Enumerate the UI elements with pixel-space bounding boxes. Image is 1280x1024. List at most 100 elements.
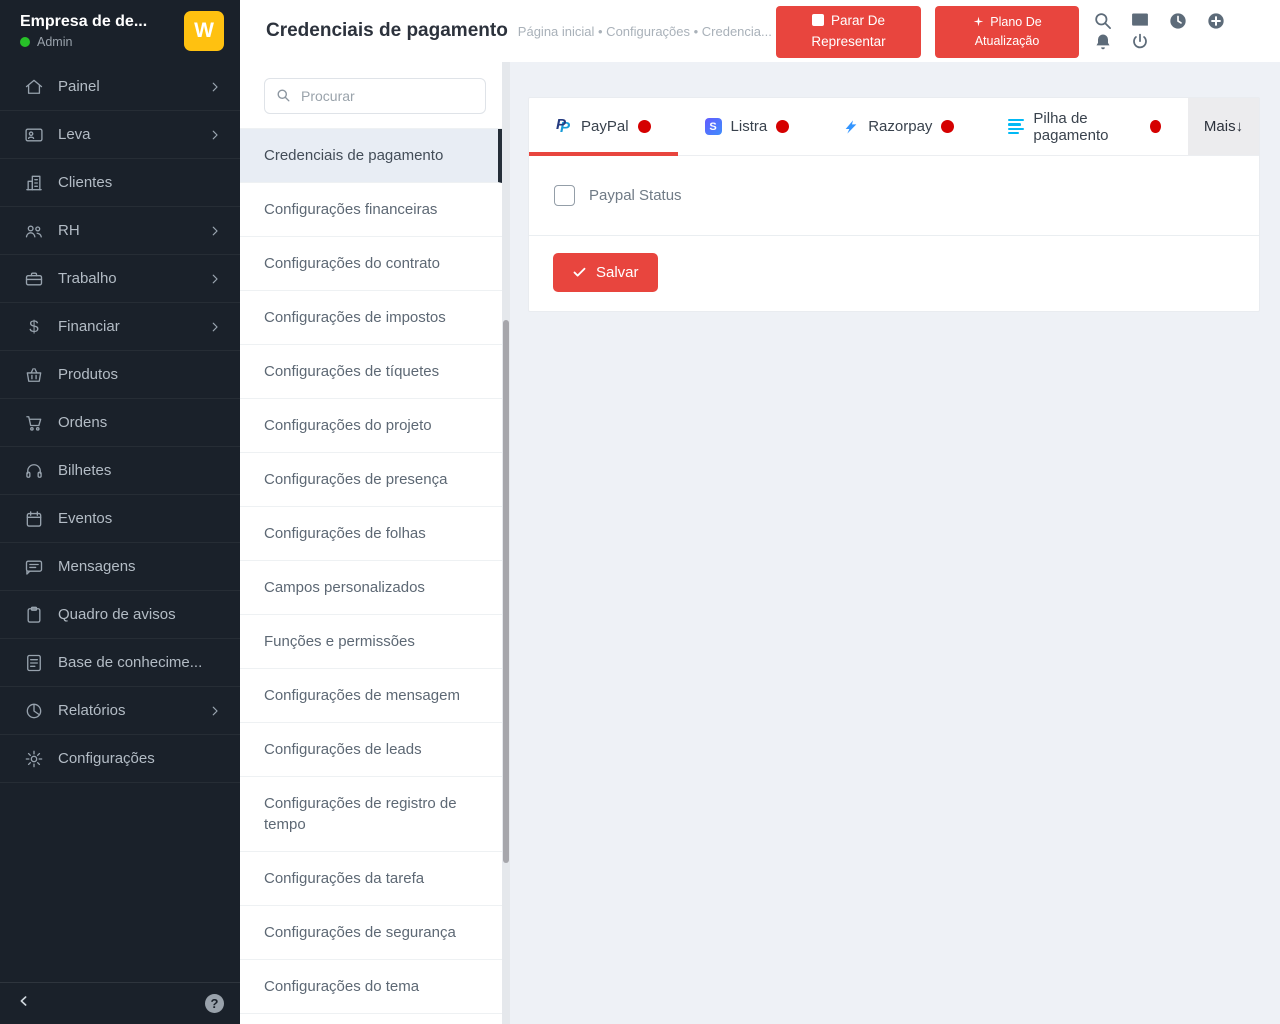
sidebar-item-leva[interactable]: Leva xyxy=(0,111,240,159)
online-status-icon xyxy=(20,37,30,47)
settings-item-configuracoes-de-seguranca[interactable]: Configurações de segurança xyxy=(240,906,502,960)
headset-icon xyxy=(24,461,44,481)
company-header[interactable]: Empresa de de... Admin W xyxy=(0,0,240,62)
sidebar-footer: ? xyxy=(0,982,240,1024)
stripe-logo-icon: S xyxy=(705,118,722,135)
settings-item-configuracoes-do-projeto[interactable]: Configurações do projeto xyxy=(240,399,502,453)
search-icon xyxy=(276,88,291,103)
messages-icon[interactable] xyxy=(1130,11,1150,31)
sidebar-item-bilhetes[interactable]: Bilhetes xyxy=(0,447,240,495)
settings-item-configuracoes-de-registro-de-tempo[interactable]: Configurações de registro de tempo xyxy=(240,777,502,852)
settings-item-configuracoes-da-tarefa[interactable]: Configurações da tarefa xyxy=(240,852,502,906)
sidebar-item-quadro-de-avisos[interactable]: Quadro de avisos xyxy=(0,591,240,639)
app-sidebar: Empresa de de... Admin W Painel Leva Cli… xyxy=(0,0,240,1024)
user-role: Admin xyxy=(37,35,72,49)
briefcase-icon xyxy=(24,269,44,289)
upgrade-plan-button[interactable]: Plano De Atualização xyxy=(935,6,1079,58)
settings-item-configuracoes-de-presenca[interactable]: Configurações de presença xyxy=(240,453,502,507)
company-info: Empresa de de... Admin xyxy=(20,13,147,49)
settings-nav-panel: Credenciais de pagamento Configurações f… xyxy=(240,62,510,1024)
chevron-right-icon xyxy=(208,128,222,142)
stop-impersonate-button[interactable]: Parar De Representar xyxy=(776,6,921,58)
tab-razorpay[interactable]: Razorpay xyxy=(816,98,981,155)
plus-icon[interactable] xyxy=(1206,11,1226,31)
header-icon-cluster xyxy=(1085,0,1280,62)
settings-item-configuracoes-de-impostos[interactable]: Configurações de impostos xyxy=(240,291,502,345)
paypal-status-checkbox[interactable] xyxy=(554,185,575,206)
chevron-right-icon xyxy=(208,272,222,286)
sidebar-item-rh[interactable]: RH xyxy=(0,207,240,255)
help-icon[interactable]: ? xyxy=(205,994,224,1013)
breadcrumb: Página inicial • Configurações • Credenc… xyxy=(518,24,772,39)
sidebar-item-ordens[interactable]: Ordens xyxy=(0,399,240,447)
chevron-right-icon xyxy=(208,224,222,238)
settings-search-input[interactable] xyxy=(264,78,486,114)
sidebar-item-trabalho[interactable]: Trabalho xyxy=(0,255,240,303)
settings-item-configuracoes-de-leads[interactable]: Configurações de leads xyxy=(240,723,502,777)
chevron-right-icon xyxy=(208,320,222,334)
sidebar-item-produtos[interactable]: Produtos xyxy=(0,351,240,399)
bell-icon[interactable] xyxy=(1093,32,1113,52)
home-icon xyxy=(24,77,44,97)
status-dot-icon xyxy=(638,120,651,133)
sidebar-item-relatorios[interactable]: Relatórios xyxy=(0,687,240,735)
collapse-sidebar-icon[interactable] xyxy=(16,993,32,1014)
sidebar-item-mensagens[interactable]: Mensagens xyxy=(0,543,240,591)
building-icon xyxy=(24,173,44,193)
clock-icon[interactable] xyxy=(1168,11,1188,31)
pie-chart-icon xyxy=(24,701,44,721)
check-icon xyxy=(572,265,587,280)
settings-item-configuracoes-de-tiquetes[interactable]: Configurações de tíquetes xyxy=(240,345,502,399)
settings-item-credenciais-de-pagamento[interactable]: Credenciais de pagamento xyxy=(240,129,502,183)
sidebar-item-configuracoes[interactable]: Configurações xyxy=(0,735,240,783)
cart-icon xyxy=(24,413,44,433)
users-icon xyxy=(24,221,44,241)
sidebar-item-painel[interactable]: Painel xyxy=(0,63,240,111)
paypal-status-label: Paypal Status xyxy=(589,187,682,204)
paypal-status-row: Paypal Status xyxy=(529,156,1259,236)
settings-item-configuracoes-do-contrato[interactable]: Configurações do contrato xyxy=(240,237,502,291)
stop-icon xyxy=(812,14,824,26)
settings-item-campos-personalizados[interactable]: Campos personalizados xyxy=(240,561,502,615)
status-dot-icon xyxy=(776,120,789,133)
settings-nav-list: Credenciais de pagamento Configurações f… xyxy=(240,128,510,1024)
sidebar-item-clientes[interactable]: Clientes xyxy=(0,159,240,207)
settings-item-configuracoes-de-mensagem[interactable]: Configurações de mensagem xyxy=(240,669,502,723)
power-icon[interactable] xyxy=(1130,32,1150,52)
settings-item-configuracoes-do-tema[interactable]: Configurações do tema xyxy=(240,960,502,1014)
sidebar-item-eventos[interactable]: Eventos xyxy=(0,495,240,543)
document-icon xyxy=(24,653,44,673)
settings-item-configuracoes-de-folhas[interactable]: Configurações de folhas xyxy=(240,507,502,561)
settings-item-configuracoes-do-modulo[interactable]: Configurações do módulo xyxy=(240,1014,502,1024)
more-tabs-dropdown[interactable]: Mais↓ xyxy=(1188,98,1259,155)
paystack-logo-icon xyxy=(1008,119,1024,134)
chevron-right-icon xyxy=(208,80,222,94)
settings-scrollbar-track xyxy=(502,62,510,1024)
gear-icon xyxy=(24,749,44,769)
payment-credentials-card: PP PayPal S Listra Razorpay Pilha de pag… xyxy=(528,97,1260,312)
paypal-logo-icon: PP xyxy=(556,117,572,136)
settings-item-funcoes-e-permissoes[interactable]: Funções e permissões xyxy=(240,615,502,669)
main-content: PP PayPal S Listra Razorpay Pilha de pag… xyxy=(510,62,1280,1024)
gateway-tabbar: PP PayPal S Listra Razorpay Pilha de pag… xyxy=(529,98,1259,156)
dollar-icon: $ xyxy=(24,317,44,337)
message-icon xyxy=(24,557,44,577)
tab-paypal[interactable]: PP PayPal xyxy=(529,98,678,155)
calendar-icon xyxy=(24,509,44,529)
search-icon[interactable] xyxy=(1093,11,1113,31)
clipboard-icon xyxy=(24,605,44,625)
sidebar-item-financiar[interactable]: $ Financiar xyxy=(0,303,240,351)
settings-item-configuracoes-financeiras[interactable]: Configurações financeiras xyxy=(240,183,502,237)
app-logo: W xyxy=(184,11,224,51)
company-name: Empresa de de... xyxy=(20,13,147,31)
tab-paystack[interactable]: Pilha de pagamento xyxy=(981,98,1188,155)
basket-icon xyxy=(24,365,44,385)
tab-stripe[interactable]: S Listra xyxy=(678,98,817,155)
sidebar-item-base-de-conhecimento[interactable]: Base de conhecime... xyxy=(0,639,240,687)
page-title: Credenciais de pagamento xyxy=(266,20,508,42)
top-header: Credenciais de pagamento Página inicial … xyxy=(240,0,1280,62)
status-dot-icon xyxy=(941,120,954,133)
settings-scrollbar-thumb[interactable] xyxy=(503,320,509,863)
save-button[interactable]: Salvar xyxy=(553,253,658,292)
razorpay-logo-icon xyxy=(843,118,859,136)
